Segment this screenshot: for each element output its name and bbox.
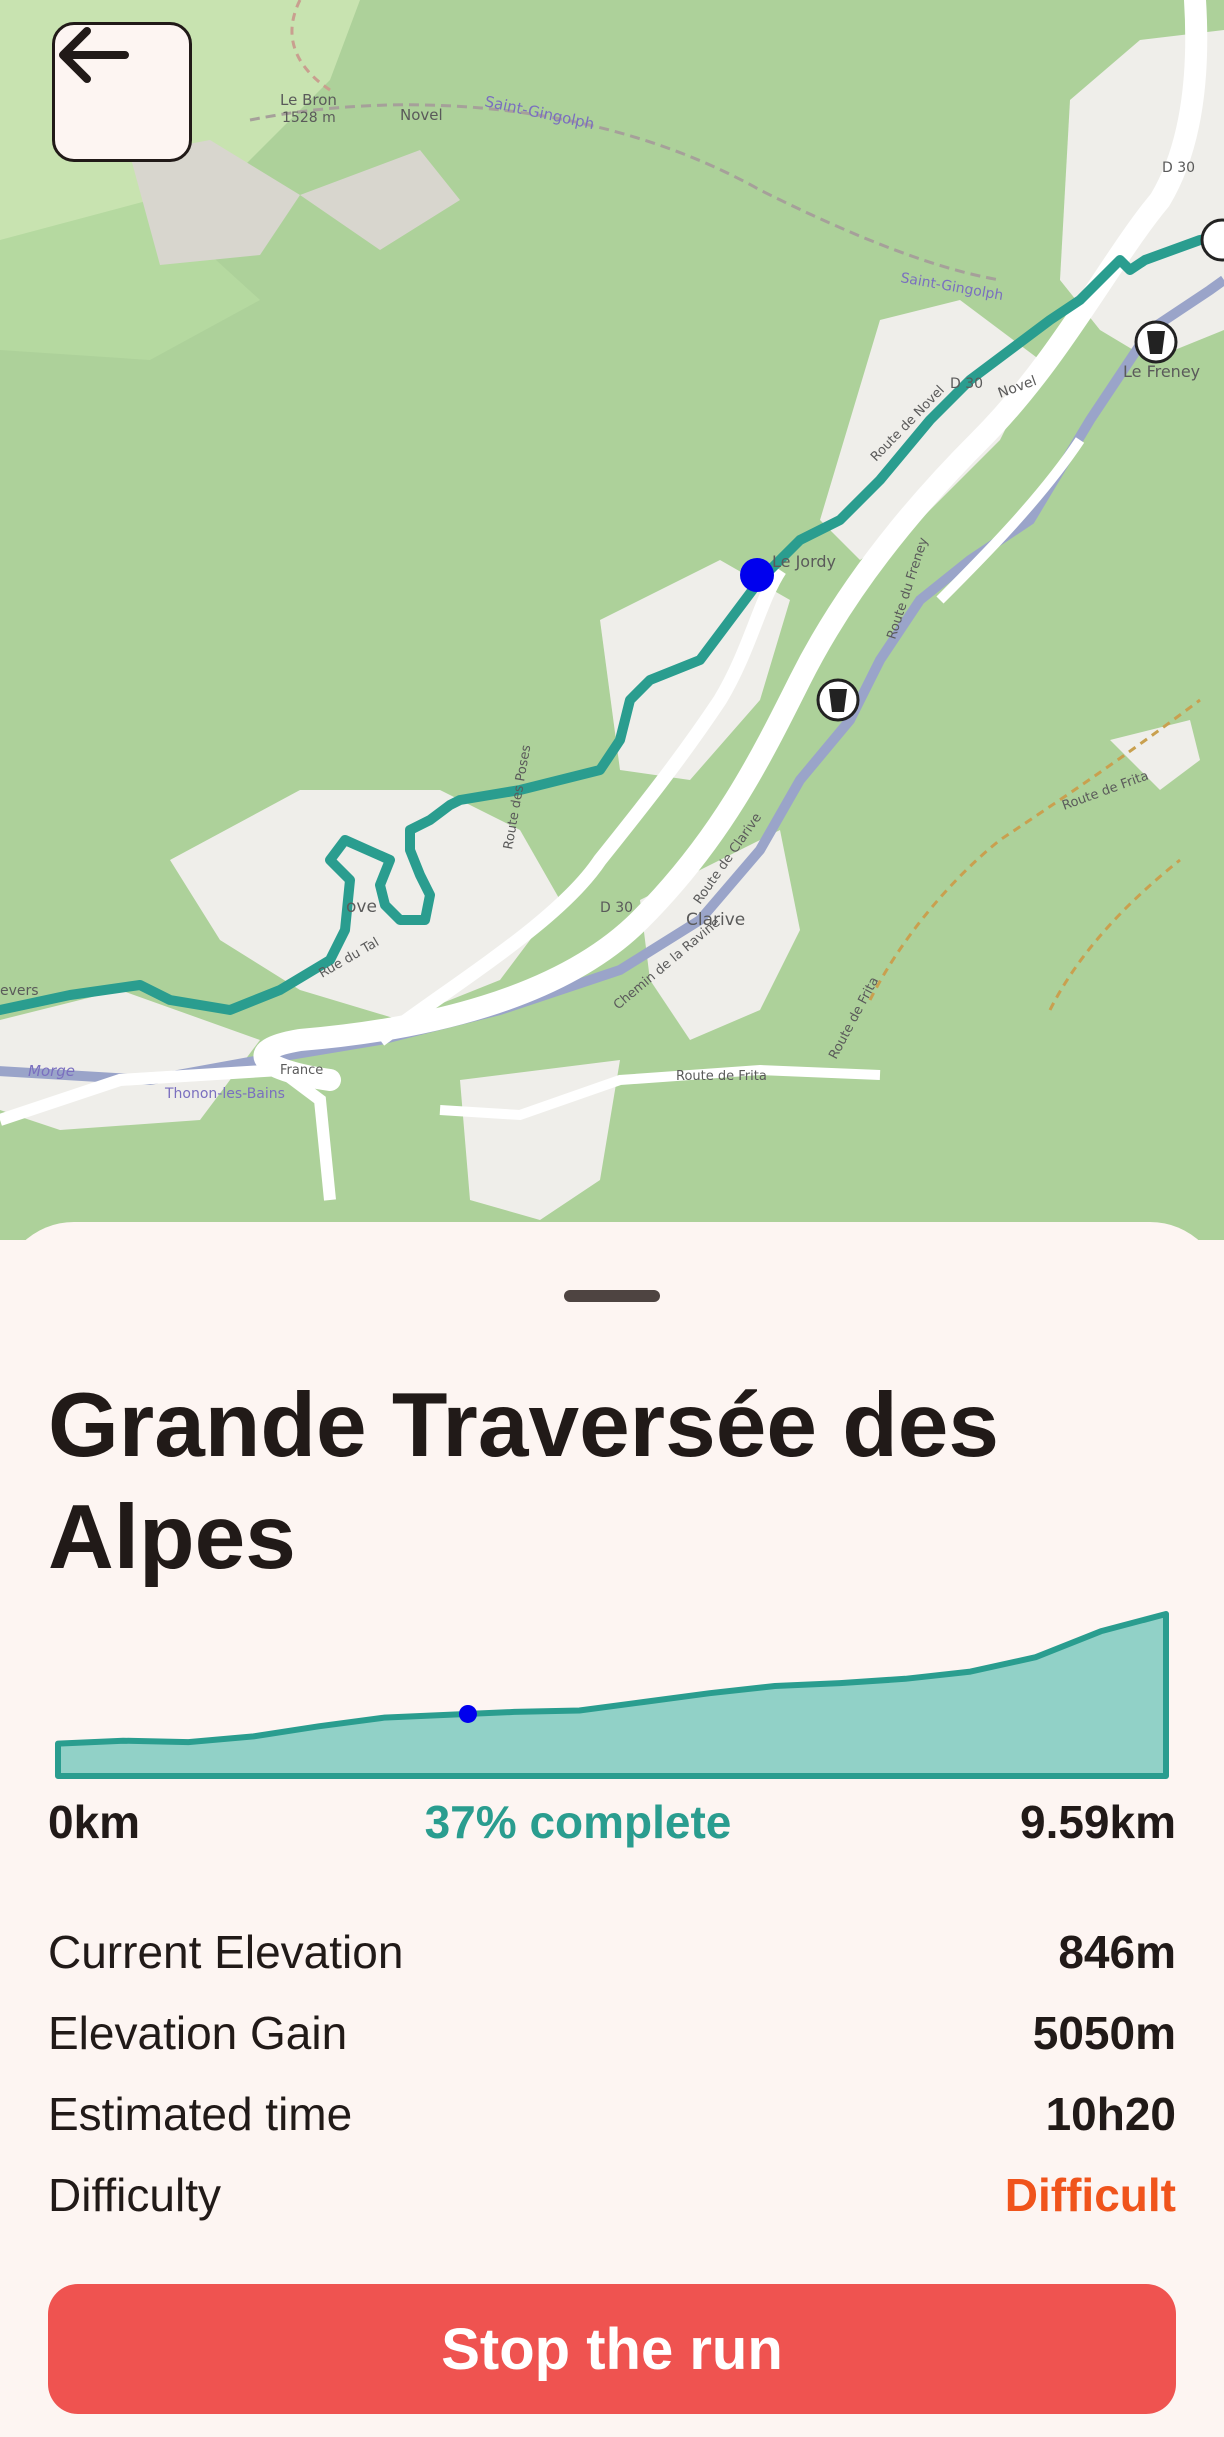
route-details-sheet: Grande Traversée des Alpes 0km 37% compl… bbox=[0, 1222, 1224, 2437]
stat-value: 5050m bbox=[1032, 2007, 1176, 2059]
stat-label: Elevation Gain bbox=[48, 2007, 348, 2059]
elevation-profile-area bbox=[55, 1611, 1169, 1779]
place-label: Le Freney bbox=[1123, 362, 1200, 381]
place-label: 1528 m bbox=[282, 110, 336, 126]
drinking-water-icon[interactable] bbox=[816, 678, 860, 722]
route-title: Grande Traversée des Alpes bbox=[48, 1375, 1000, 1588]
back-arrow-icon bbox=[59, 27, 129, 83]
place-label: Thonon-les-Bains bbox=[164, 1086, 285, 1102]
drag-handle[interactable] bbox=[564, 1290, 660, 1302]
place-label: evers bbox=[0, 983, 39, 999]
road-badge: D 30 bbox=[1162, 160, 1195, 176]
map-canvas[interactable]: Le Bron 1528 m Novel Saint-Gingolph Le J… bbox=[0, 0, 1224, 1240]
stat-value: 846m bbox=[1058, 1926, 1176, 1978]
stat-row-estimated-time: Estimated time 10h20 bbox=[48, 2084, 1176, 2165]
place-label: Novel bbox=[400, 106, 443, 124]
place-label: Morge bbox=[28, 1062, 75, 1080]
stat-label: Difficulty bbox=[48, 2169, 221, 2221]
elevation-profile-chart bbox=[55, 1611, 1169, 1779]
progress-row: 0km 37% complete 9.59km bbox=[48, 1792, 1176, 1852]
street-label: Route de Frita bbox=[676, 1069, 767, 1084]
stat-row-current-elevation: Current Elevation 846m bbox=[48, 1922, 1176, 2003]
progress-marker bbox=[458, 1704, 477, 1723]
drinking-water-icon[interactable] bbox=[1134, 320, 1178, 364]
stat-label: Estimated time bbox=[48, 2088, 353, 2140]
place-label: Le Bron bbox=[280, 91, 337, 109]
stats-list: Current Elevation 846m Elevation Gain 50… bbox=[48, 1922, 1176, 2246]
total-distance: 9.59km bbox=[1019, 1796, 1176, 1848]
stat-row-difficulty: Difficulty Difficult bbox=[48, 2165, 1176, 2246]
place-label: Le Jordy bbox=[772, 552, 836, 571]
stop-run-button[interactable]: Stop the run bbox=[48, 2284, 1176, 2414]
current-position-marker bbox=[740, 558, 774, 592]
map-view[interactable]: Le Bron 1528 m Novel Saint-Gingolph Le J… bbox=[0, 0, 1224, 1240]
progress-percent: 37% complete bbox=[424, 1796, 732, 1848]
stat-row-elevation-gain: Elevation Gain 5050m bbox=[48, 2003, 1176, 2084]
stat-value: 10h20 bbox=[1045, 2088, 1176, 2140]
road-badge: D 30 bbox=[600, 900, 633, 916]
difficulty-badge: Difficult bbox=[1004, 2169, 1176, 2221]
back-button[interactable] bbox=[52, 22, 192, 162]
place-label: ove bbox=[346, 897, 377, 917]
stat-label: Current Elevation bbox=[48, 1926, 404, 1978]
road-badge: D 30 bbox=[950, 376, 983, 392]
place-label: France bbox=[280, 1063, 323, 1078]
